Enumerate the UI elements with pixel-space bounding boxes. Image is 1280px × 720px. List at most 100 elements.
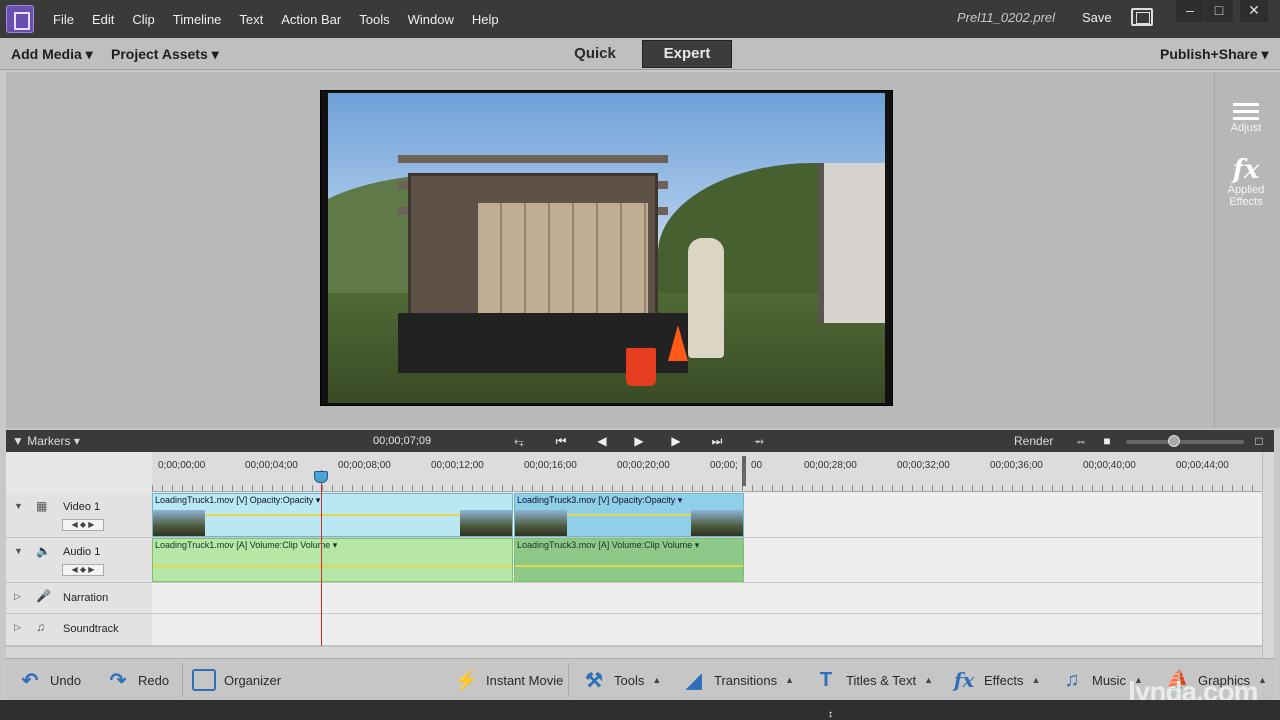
- zoom-in-icon[interactable]: □: [1250, 433, 1268, 449]
- titles-text-label: Titles & Text: [846, 672, 917, 688]
- collapse-triangle-icon[interactable]: ▼: [14, 546, 23, 556]
- video-clip-loadingtruck1[interactable]: LoadingTruck1.mov [V] Opacity:Opacity ▾: [152, 493, 513, 537]
- adjust-icon: [1233, 100, 1259, 122]
- applied-effects-button[interactable]: fx Applied Effects: [1215, 156, 1277, 208]
- redo-label: Redo: [138, 672, 170, 688]
- audio-clip-loadingtruck1[interactable]: LoadingTruck1.mov [A] Volume:Clip Volume…: [152, 538, 513, 582]
- quick-mode-tab[interactable]: Quick: [560, 40, 630, 68]
- app-icon[interactable]: [6, 5, 34, 33]
- ruler-label: 00;00;20;00: [617, 460, 670, 471]
- goto-start-icon[interactable]: ⏮: [552, 433, 570, 449]
- undo-label: Undo: [50, 672, 82, 688]
- volume-line[interactable]: [153, 565, 512, 567]
- track-video-1[interactable]: LoadingTruck1.mov [V] Opacity:Opacity ▾ …: [152, 493, 1264, 538]
- keyframe-nav-icon[interactable]: ◀ ◆ ▶: [62, 519, 104, 531]
- menu-action-bar[interactable]: Action Bar: [272, 12, 350, 27]
- undo-button[interactable]: ↶ Undo: [18, 669, 82, 692]
- ruler-label: 00;00;16;00: [524, 460, 577, 471]
- playhead-line: [321, 470, 322, 646]
- ruler-label: 00;00;08;00: [338, 460, 391, 471]
- fullscreen-icon[interactable]: [1131, 8, 1153, 26]
- organizer-label: Organizer: [224, 672, 282, 688]
- current-timecode: 00;00;07;09: [373, 435, 432, 447]
- caret-icon: ▲: [785, 675, 795, 685]
- organizer-button[interactable]: Organizer: [192, 669, 281, 691]
- video-clip-loadingtruck3[interactable]: LoadingTruck3.mov [V] Opacity:Opacity ▾: [514, 493, 744, 537]
- ruler-label: 00;00;04;00: [245, 460, 298, 471]
- track-header-soundtrack[interactable]: ▷ ♫ Soundtrack: [6, 614, 152, 646]
- step-back-icon[interactable]: ◀: [593, 433, 611, 449]
- opacity-line[interactable]: [153, 514, 512, 516]
- track-header-video-1[interactable]: ▼ ▦ Video 1 ◀ ◆ ▶: [6, 493, 152, 538]
- music-label: Music: [1092, 672, 1126, 688]
- track-name: Audio 1: [63, 546, 101, 558]
- instant-movie-button[interactable]: ⚡ Instant Movie: [453, 669, 564, 692]
- publish-share-dropdown[interactable]: Publish+Share: [1160, 46, 1269, 63]
- effects-button[interactable]: fx Effects ▲: [952, 668, 1041, 692]
- goto-in-point-icon[interactable]: ⥆: [510, 433, 528, 449]
- redo-button[interactable]: ↷ Redo: [106, 669, 170, 692]
- track-soundtrack[interactable]: [152, 614, 1264, 646]
- lightning-icon: ⚡: [453, 669, 479, 692]
- adjust-panel-button[interactable]: Adjust: [1215, 100, 1277, 134]
- collapse-triangle-icon[interactable]: ▼: [14, 501, 23, 511]
- caret-icon: ▲: [924, 675, 933, 685]
- menu-bar: File Edit Clip Timeline Text Action Bar …: [44, 0, 508, 38]
- zoom-out-icon[interactable]: ■: [1098, 433, 1116, 449]
- expand-triangle-icon[interactable]: ▷: [14, 622, 21, 633]
- menu-window[interactable]: Window: [399, 12, 463, 27]
- track-audio-1[interactable]: LoadingTruck1.mov [A] Volume:Clip Volume…: [152, 538, 1264, 583]
- zoom-slider-track[interactable]: [1126, 440, 1244, 444]
- keyframe-nav-icon[interactable]: ◀ ◆ ▶: [62, 564, 104, 576]
- volume-line[interactable]: [515, 565, 743, 567]
- goto-out-point-icon[interactable]: ⥇: [750, 433, 768, 449]
- minimize-icon[interactable]: –: [1176, 0, 1204, 22]
- expert-mode-tab[interactable]: Expert: [642, 40, 732, 68]
- music-icon: ♫: [1064, 668, 1080, 691]
- step-forward-icon[interactable]: ▶: [667, 433, 685, 449]
- menu-file[interactable]: File: [44, 12, 83, 27]
- titles-text-button[interactable]: T Titles & Text ▲: [814, 669, 933, 691]
- goto-end-icon[interactable]: ⏭: [708, 433, 726, 449]
- work-area-end-marker[interactable]: [742, 456, 746, 486]
- add-media-dropdown[interactable]: Add Media: [11, 46, 93, 63]
- applied-effects-label-1: Applied: [1227, 184, 1265, 196]
- menu-clip[interactable]: Clip: [123, 12, 163, 27]
- zoom-slider-knob[interactable]: [1168, 435, 1180, 447]
- ruler-label: 00;00;12;00: [431, 460, 484, 471]
- play-icon[interactable]: ▶: [630, 433, 648, 449]
- menu-edit[interactable]: Edit: [83, 12, 123, 27]
- timeline-horizontal-scrollbar[interactable]: [6, 646, 1262, 658]
- maximize-icon[interactable]: □: [1205, 0, 1233, 22]
- mouse-cursor-icon: ↕: [828, 709, 833, 720]
- render-button[interactable]: Render: [1014, 434, 1053, 448]
- timeline-vertical-scrollbar[interactable]: [1262, 452, 1274, 658]
- expand-triangle-icon[interactable]: ▷: [14, 591, 21, 602]
- track-header-narration[interactable]: ▷ 🎤 Narration: [6, 583, 152, 614]
- track-narration[interactable]: [152, 583, 1264, 614]
- clip-thumbnail: [691, 510, 743, 536]
- main-toolbar: Add Media Project Assets Quick Expert Pu…: [0, 38, 1280, 70]
- ruler-label: 00;00;40;00: [1083, 460, 1136, 471]
- close-icon[interactable]: ✕: [1240, 0, 1268, 22]
- menu-tools[interactable]: Tools: [350, 12, 398, 27]
- ruler-ticks: [152, 485, 1264, 491]
- clip-title: LoadingTruck1.mov [A] Volume:Clip Volume…: [155, 540, 338, 550]
- markers-dropdown[interactable]: ▼ Markers ▾: [12, 434, 80, 448]
- menu-timeline[interactable]: Timeline: [164, 12, 231, 27]
- tools-button[interactable]: ⚒ Tools ▲: [582, 669, 661, 692]
- preview-monitor[interactable]: [320, 90, 893, 406]
- caret-icon: ▲: [1258, 675, 1267, 685]
- instant-movie-label: Instant Movie: [486, 672, 564, 688]
- track-header-audio-1[interactable]: ▼ 🔈 Audio 1 ◀ ◆ ▶: [6, 538, 152, 583]
- film-icon: ▦: [36, 499, 48, 513]
- toggle-view-icon[interactable]: ⇔: [1072, 433, 1090, 449]
- project-assets-dropdown[interactable]: Project Assets: [111, 46, 219, 63]
- audio-clip-loadingtruck3[interactable]: LoadingTruck3.mov [A] Volume:Clip Volume…: [514, 538, 744, 582]
- project-filename: Prel11_0202.prel: [957, 10, 1056, 25]
- menu-help[interactable]: Help: [463, 12, 508, 27]
- playhead-handle[interactable]: [314, 471, 328, 483]
- menu-text[interactable]: Text: [230, 12, 272, 27]
- transitions-button[interactable]: ◢ Transitions ▲: [682, 669, 795, 692]
- save-button[interactable]: Save: [1082, 10, 1112, 25]
